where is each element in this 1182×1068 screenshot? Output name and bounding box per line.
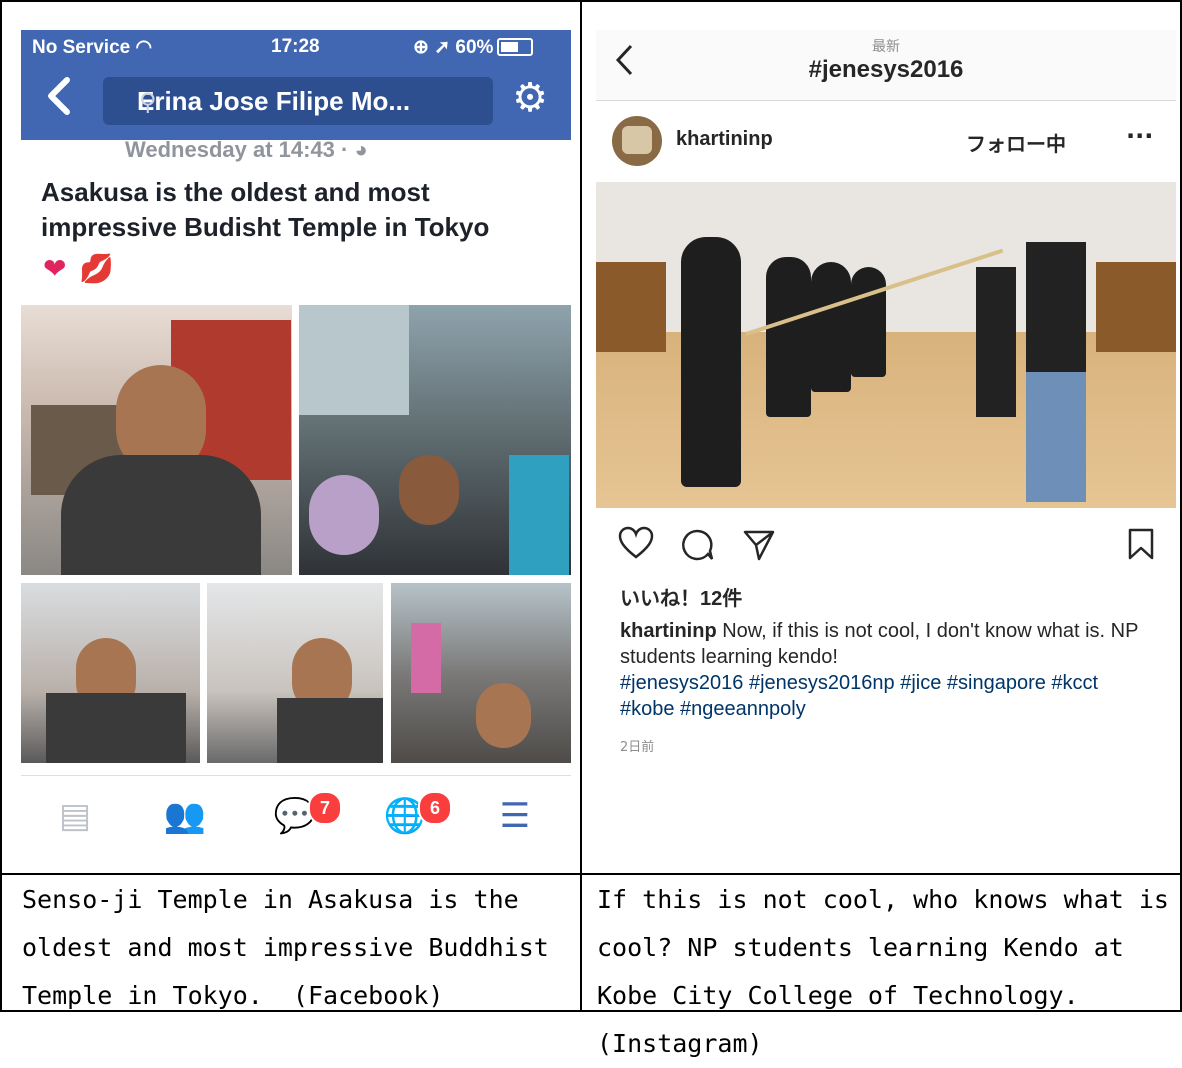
- post-text: Asakusa is the oldest and most impressiv…: [41, 177, 490, 242]
- tab-friends[interactable]: 👥: [163, 796, 207, 836]
- hashtags[interactable]: #jenesys2016 #jenesys2016np #jice #singa…: [620, 672, 1098, 720]
- student: [976, 267, 1016, 417]
- shelf: [596, 262, 666, 352]
- scarf: [277, 698, 383, 763]
- post-timestamp: Wednesday at 14:43 · ◕: [125, 137, 368, 163]
- post-time-ago: 2日前: [620, 740, 655, 755]
- lock-rotation-icon: ⊕: [413, 37, 429, 58]
- face: [476, 683, 531, 748]
- hashtag-title: #jenesys2016: [808, 56, 964, 83]
- tab-menu[interactable]: ☰: [493, 796, 537, 836]
- kiss-emoji-icon: 💋: [79, 252, 114, 285]
- username[interactable]: khartininp: [676, 128, 773, 151]
- post-time-text: Wednesday at 14:43 ·: [125, 137, 355, 162]
- tab-news-feed[interactable]: ▤: [53, 796, 97, 836]
- jacket: [509, 455, 569, 575]
- search-text: Erina Jose Filipe Mo...: [137, 86, 411, 116]
- avatar-image: [622, 126, 652, 154]
- scarf: [46, 693, 186, 763]
- post-photo-kendo[interactable]: [596, 182, 1176, 508]
- carrier-text: No Service: [32, 37, 131, 58]
- post-actions: [596, 522, 1176, 572]
- battery-icon: [497, 38, 534, 56]
- following-button[interactable]: フォロー中: [966, 128, 1066, 157]
- fb-tab-bar: ▤ 👥 💬 7 🌐 6 ☰: [21, 775, 571, 845]
- student: [1026, 242, 1086, 502]
- location-icon: ➚: [434, 37, 451, 58]
- photo-group-selfie[interactable]: [299, 305, 571, 575]
- bookmark-icon[interactable]: [1128, 528, 1154, 560]
- fb-navbar: ⚲ Erina Jose Filipe Mo... ⚙: [21, 62, 571, 140]
- scarf: [61, 455, 261, 575]
- search-icon: ⚲: [139, 89, 157, 116]
- clock: 17:28: [271, 36, 320, 57]
- heart-emoji-icon: ❤: [43, 252, 67, 285]
- like-count[interactable]: いいね！12件: [620, 582, 742, 611]
- kendoka: [681, 237, 741, 487]
- photo-street-selfie-2[interactable]: [207, 583, 383, 763]
- instagram-screenshot: 最新 #jenesys2016 khartininp フォロー中 ··· いいね…: [596, 30, 1176, 758]
- battery-percent: 60%: [455, 37, 494, 58]
- photo-street-selfie-3[interactable]: [391, 583, 571, 763]
- news-feed-icon: ▤: [58, 796, 92, 836]
- face: [309, 475, 379, 555]
- notifications-badge: 6: [418, 791, 452, 825]
- bus: [299, 305, 409, 415]
- post-header: khartininp フォロー中 ···: [596, 100, 1176, 182]
- status-bar: No Service ◠ 17:28 ⊕ ➚ 60%: [21, 30, 571, 62]
- heart-icon[interactable]: [618, 526, 654, 560]
- wifi-icon: ◠: [135, 37, 153, 58]
- comment-icon[interactable]: [680, 528, 714, 562]
- column-divider: [580, 0, 582, 1012]
- kendoka: [766, 257, 811, 417]
- more-options-icon[interactable]: ···: [1126, 122, 1153, 150]
- avatar[interactable]: [612, 116, 662, 166]
- messages-badge: 7: [308, 791, 342, 825]
- caption-right: If this is not cool, who knows what is c…: [597, 885, 1169, 1058]
- share-icon[interactable]: [742, 528, 776, 562]
- shelf: [1096, 262, 1176, 352]
- photo-street-selfie-1[interactable]: [21, 583, 200, 763]
- photo-temple-selfie[interactable]: [21, 305, 292, 575]
- globe-icon: ◕: [354, 137, 368, 162]
- ig-header: 最新 #jenesys2016: [596, 30, 1176, 101]
- header-subtitle: 最新: [872, 39, 900, 55]
- hamburger-menu-icon: ☰: [499, 796, 531, 836]
- settings-button[interactable]: ⚙: [508, 76, 552, 120]
- post-caption: khartininp Now, if this is not cool, I d…: [620, 618, 1150, 722]
- facebook-screenshot: No Service ◠ 17:28 ⊕ ➚ 60% ⚲ Erina Jose F…: [21, 30, 571, 845]
- face: [399, 455, 459, 525]
- row-divider: [0, 873, 1182, 875]
- kendoka: [851, 267, 886, 377]
- carrier-label: No Service ◠: [32, 36, 152, 59]
- kendoka: [811, 262, 851, 392]
- back-button[interactable]: [45, 76, 71, 123]
- friends-icon: 👥: [163, 796, 207, 836]
- gear-icon: ⚙: [512, 75, 548, 121]
- person: [411, 623, 441, 693]
- chevron-left-icon: [48, 77, 70, 115]
- caption-username[interactable]: khartininp: [620, 620, 717, 642]
- battery-area: ⊕ ➚ 60%: [413, 36, 534, 59]
- search-input[interactable]: ⚲ Erina Jose Filipe Mo...: [103, 77, 493, 125]
- caption-left: Senso-ji Temple in Asakusa is the oldest…: [22, 885, 564, 1010]
